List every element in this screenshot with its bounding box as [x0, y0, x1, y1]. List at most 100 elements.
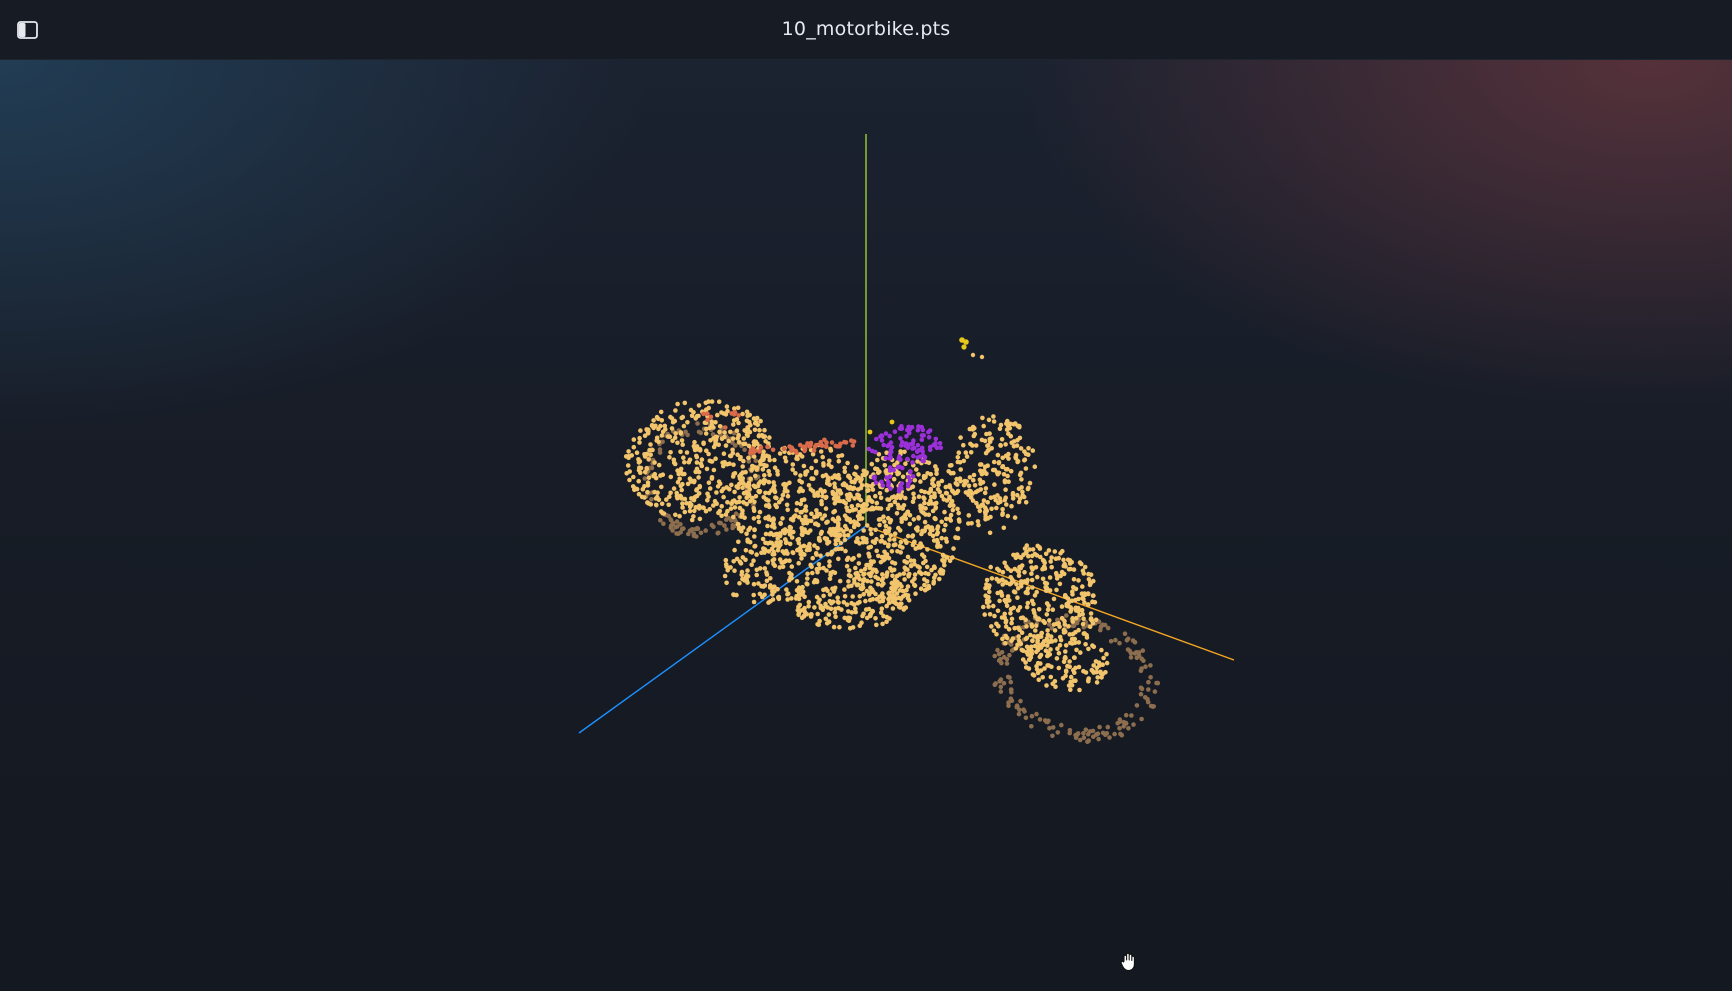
cloud-point — [717, 424, 723, 429]
cloud-point — [638, 428, 643, 433]
cloud-point — [963, 339, 969, 345]
cloud-point — [766, 549, 772, 554]
hand-grab-icon — [1118, 951, 1140, 973]
cloud-point — [1017, 435, 1023, 441]
cloud-point — [1100, 730, 1106, 736]
cloud-point — [1026, 452, 1031, 458]
cloud-point — [1036, 645, 1042, 651]
cloud-point — [736, 413, 741, 418]
cloud-point — [705, 417, 710, 423]
cloud-point — [763, 503, 769, 508]
cloud-point — [1007, 581, 1013, 587]
cloud-point — [661, 511, 667, 516]
cloud-point — [748, 450, 753, 456]
cloud-point — [972, 483, 978, 488]
cloud-point — [839, 546, 844, 552]
cloud-point — [860, 539, 866, 545]
cloud-point — [997, 598, 1002, 604]
cloud-point — [788, 575, 793, 580]
cloud-point — [1011, 444, 1017, 449]
cloud-point — [816, 600, 821, 605]
cloud-point — [1063, 649, 1068, 654]
cloud-point — [1138, 685, 1144, 691]
cloud-point — [858, 479, 863, 484]
cloud-point — [649, 497, 654, 502]
cloud-point — [682, 509, 688, 515]
cloud-point — [1148, 675, 1153, 680]
cloud-point — [667, 494, 672, 500]
cloud-point — [625, 463, 631, 468]
cloud-point — [774, 540, 779, 545]
cloud-point — [998, 499, 1003, 505]
cloud-point — [851, 555, 856, 561]
point-cloud-scene[interactable] — [0, 60, 1732, 991]
cloud-point — [780, 564, 786, 569]
cloud-point — [878, 610, 884, 615]
cloud-point — [868, 585, 873, 590]
cloud-point — [933, 464, 938, 469]
cloud-point — [808, 528, 813, 533]
cloud-point — [719, 513, 724, 519]
cloud-point — [1073, 605, 1079, 611]
cloud-point — [814, 594, 820, 600]
cloud-point — [697, 448, 703, 453]
cloud-point — [779, 560, 784, 565]
cloud-point — [927, 525, 932, 530]
cloud-point — [705, 411, 710, 417]
cloud-point — [869, 499, 875, 505]
cloud-point — [1015, 568, 1020, 574]
cloud-point — [921, 433, 926, 438]
cloud-point — [1034, 589, 1039, 595]
cloud-point — [1046, 603, 1051, 608]
cloud-point — [1040, 576, 1046, 582]
cloud-point — [859, 507, 865, 513]
cloud-point — [817, 511, 823, 517]
cloud-point — [1034, 574, 1040, 580]
cloud-point — [982, 490, 988, 496]
cloud-point — [1091, 663, 1096, 668]
cloud-point — [1009, 503, 1014, 509]
cloud-point — [992, 653, 997, 659]
cloud-point — [656, 462, 662, 468]
cloud-point — [796, 604, 801, 610]
cloud-point — [825, 478, 830, 484]
cloud-point — [1027, 480, 1033, 486]
cloud-point — [818, 439, 823, 445]
cloud-point — [950, 555, 955, 560]
cloud-point — [659, 433, 665, 438]
cloud-point — [745, 413, 750, 419]
cloud-point — [873, 493, 878, 499]
cloud-point — [987, 431, 992, 436]
cloud-point — [1059, 604, 1065, 609]
cloud-point — [1068, 605, 1073, 610]
cloud-point — [706, 480, 712, 486]
cloud-point — [745, 568, 750, 573]
cloud-point — [1138, 668, 1144, 674]
cloud-point — [910, 533, 916, 538]
cloud-point — [752, 543, 758, 549]
cloud-point — [645, 427, 651, 433]
cloud-point — [1029, 577, 1035, 583]
cloud-point — [1072, 655, 1077, 660]
cloud-point — [1059, 722, 1064, 728]
cloud-point — [729, 501, 734, 506]
cloud-point — [1091, 734, 1096, 739]
cloud-point — [933, 505, 939, 510]
cloud-point — [951, 470, 956, 476]
cloud-point — [1067, 561, 1073, 566]
cloud-point — [861, 578, 866, 584]
cloud-point — [751, 592, 756, 598]
cloud-point — [815, 611, 820, 617]
cloud-point — [1082, 600, 1087, 605]
cloud-point — [902, 577, 907, 582]
cloud-point — [985, 443, 990, 449]
cloud-point — [906, 481, 911, 487]
cloud-point — [1050, 733, 1055, 739]
cloud-point — [692, 508, 697, 514]
3d-viewport[interactable] — [0, 60, 1732, 991]
cloud-point — [853, 507, 858, 512]
cloud-point — [1067, 664, 1072, 669]
cloud-point — [869, 579, 874, 584]
cloud-point — [905, 533, 911, 539]
cloud-point — [839, 607, 844, 612]
